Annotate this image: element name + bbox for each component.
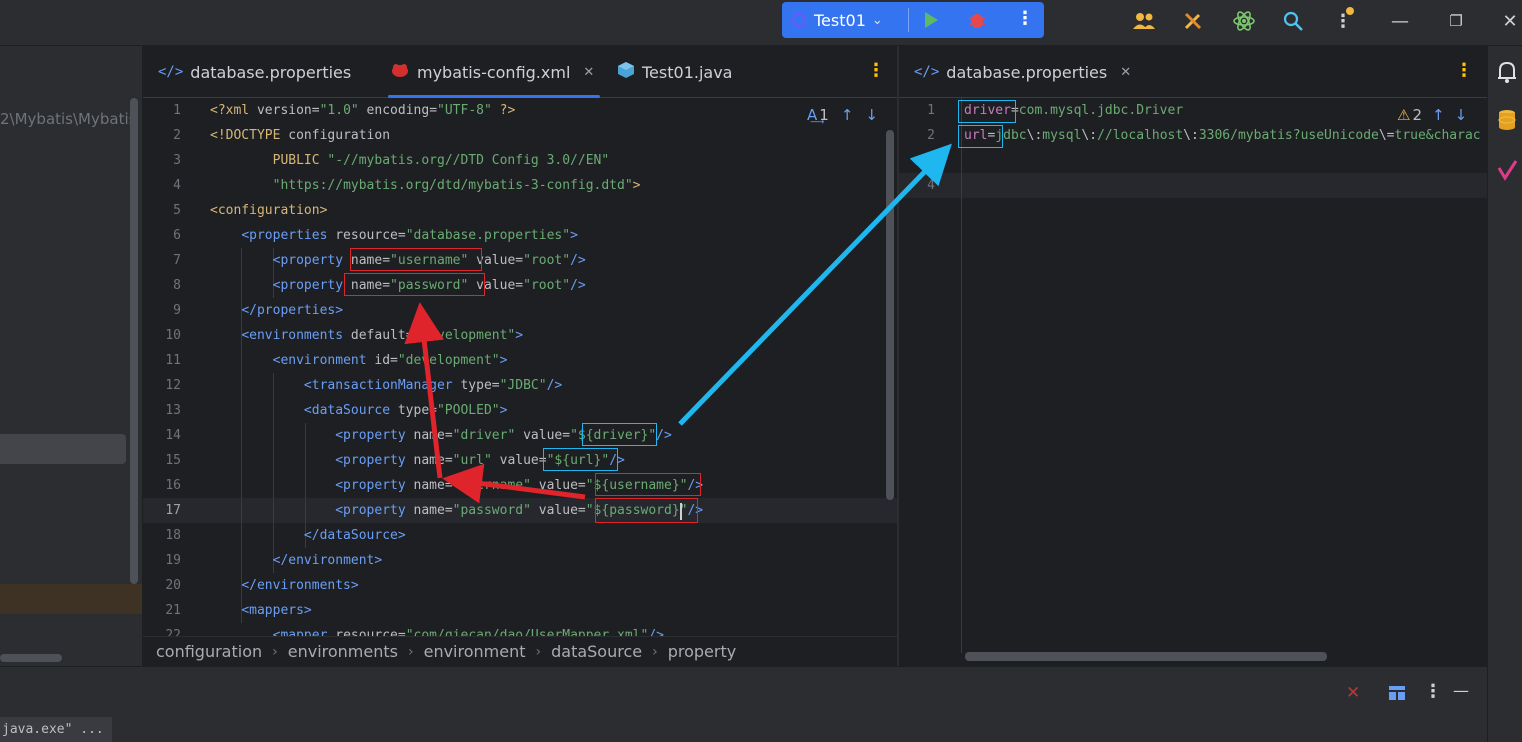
annotation-arrows [404,143,952,504]
annotation-arrow-red [442,463,586,504]
annotation-arrow-red [404,302,445,479]
annotation-arrow-blue [678,143,952,426]
